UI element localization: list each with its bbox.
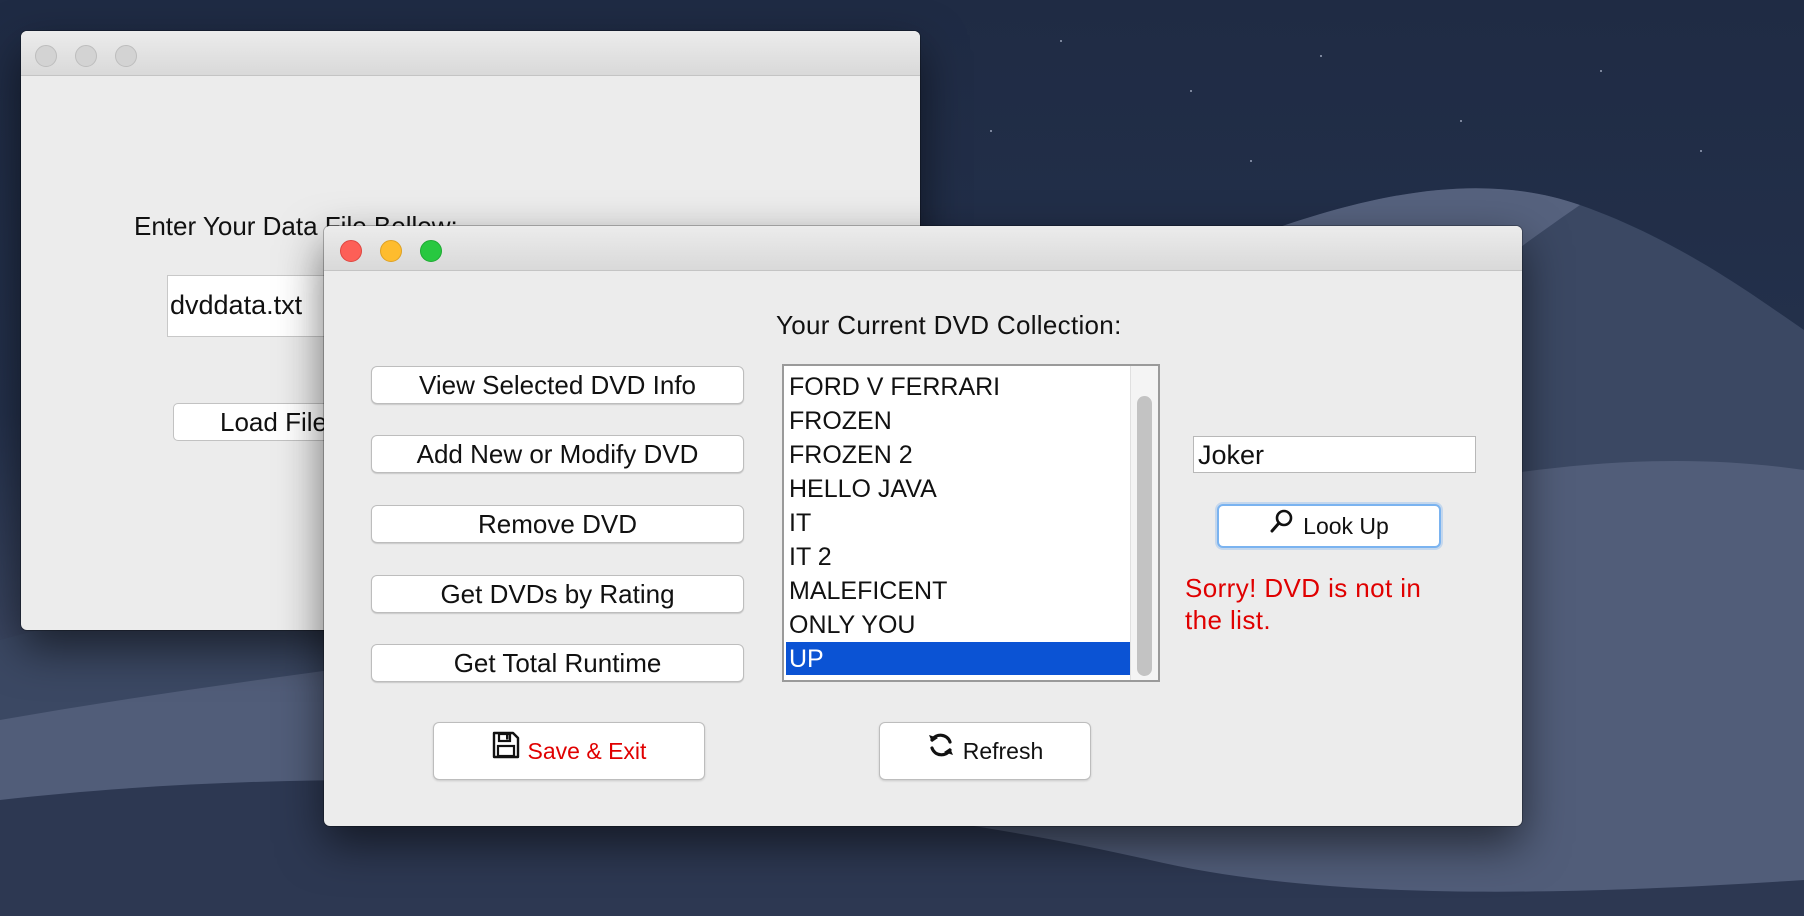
- title-bar[interactable]: [324, 226, 1522, 271]
- zoom-button-inactive[interactable]: [115, 45, 137, 67]
- list-item[interactable]: ONLY YOU: [786, 608, 1131, 641]
- list-item[interactable]: FROZEN 2: [786, 438, 1131, 471]
- star: [1320, 55, 1322, 57]
- list-item[interactable]: MALEFICENT: [786, 574, 1131, 607]
- star: [1600, 70, 1602, 72]
- dvd-list[interactable]: FORD V FERRARI FROZEN FROZEN 2 HELLO JAV…: [782, 364, 1160, 682]
- magnifier-icon: [1269, 506, 1295, 546]
- star: [1460, 120, 1462, 122]
- remove-dvd-button[interactable]: Remove DVD: [371, 505, 744, 543]
- minimize-button[interactable]: [380, 240, 402, 262]
- list-item[interactable]: FROZEN: [786, 404, 1131, 437]
- view-dvd-info-button[interactable]: View Selected DVD Info: [371, 366, 744, 404]
- floppy-disk-icon: [492, 723, 520, 779]
- look-up-button[interactable]: Look Up: [1217, 504, 1441, 548]
- list-item[interactable]: FORD V FERRARI: [786, 370, 1131, 403]
- star: [1190, 90, 1192, 92]
- star: [1060, 40, 1062, 42]
- list-scrollbar[interactable]: [1130, 366, 1158, 680]
- list-item[interactable]: IT: [786, 506, 1131, 539]
- close-button-inactive[interactable]: [35, 45, 57, 67]
- refresh-label: Refresh: [962, 738, 1044, 764]
- star: [990, 130, 992, 132]
- collection-heading: Your Current DVD Collection:: [776, 310, 1122, 340]
- list-item[interactable]: HELLO JAVA: [786, 472, 1131, 505]
- look-up-label: Look Up: [1303, 513, 1389, 539]
- get-dvds-by-rating-button[interactable]: Get DVDs by Rating: [371, 575, 744, 613]
- title-bar[interactable]: [21, 31, 920, 76]
- refresh-icon: [927, 723, 955, 779]
- lookup-search-input[interactable]: Joker: [1193, 436, 1476, 473]
- dvd-collection-window: Your Current DVD Collection: View Select…: [324, 226, 1522, 826]
- save-exit-label: Save & Exit: [527, 738, 647, 764]
- list-item-selected[interactable]: UP: [786, 642, 1131, 675]
- get-total-runtime-button[interactable]: Get Total Runtime: [371, 644, 744, 682]
- scrollbar-thumb[interactable]: [1137, 396, 1152, 676]
- close-button[interactable]: [340, 240, 362, 262]
- error-message: Sorry! DVD is not in the list.: [1185, 573, 1422, 635]
- save-exit-button[interactable]: Save & Exit: [433, 722, 705, 780]
- minimize-button-inactive[interactable]: [75, 45, 97, 67]
- list-item[interactable]: IT 2: [786, 540, 1131, 573]
- add-modify-dvd-button[interactable]: Add New or Modify DVD: [371, 435, 744, 473]
- zoom-button[interactable]: [420, 240, 442, 262]
- refresh-button[interactable]: Refresh: [879, 722, 1091, 780]
- star: [1700, 150, 1702, 152]
- star: [1250, 160, 1252, 162]
